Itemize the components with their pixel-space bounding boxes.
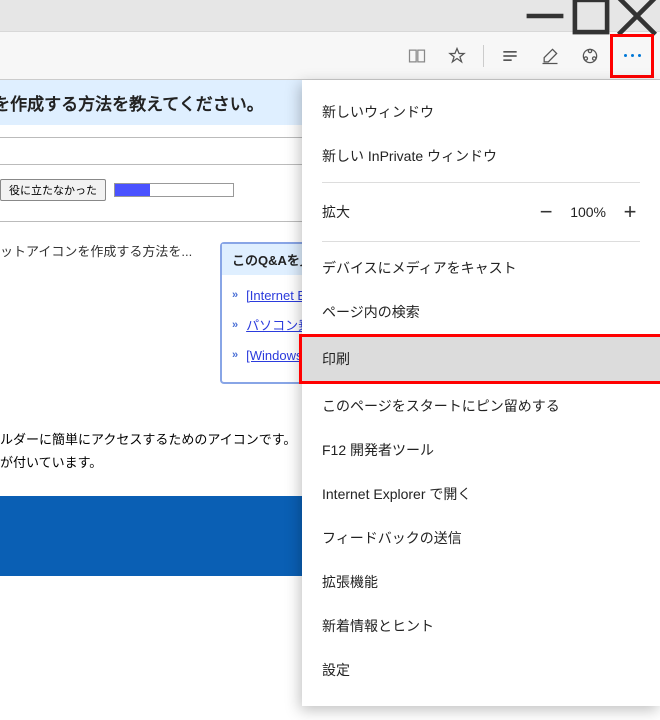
- more-menu-dropdown: 新しいウィンドウ 新しい InPrivate ウィンドウ 拡大 − 100% +…: [302, 80, 660, 706]
- share-icon[interactable]: [570, 36, 610, 76]
- menu-devtools[interactable]: F12 開発者ツール: [302, 428, 660, 472]
- reading-list-icon[interactable]: [397, 36, 437, 76]
- more-menu-button[interactable]: [610, 34, 654, 78]
- zoom-value: 100%: [570, 204, 606, 220]
- minimize-button[interactable]: [522, 0, 568, 32]
- chevron-right-icon: »: [232, 289, 238, 305]
- zoom-out-button[interactable]: −: [536, 199, 556, 225]
- menu-settings[interactable]: 設定: [302, 648, 660, 692]
- menu-extensions[interactable]: 拡張機能: [302, 560, 660, 604]
- menu-separator: [322, 241, 640, 242]
- window-titlebar: [0, 0, 660, 32]
- menu-separator: [322, 182, 640, 183]
- zoom-label: 拡大: [322, 202, 350, 222]
- menu-pin-to-start[interactable]: このページをスタートにピン留めする: [302, 384, 660, 428]
- feedback-progress: [114, 183, 234, 197]
- menu-print[interactable]: 印刷: [299, 334, 660, 384]
- toolbar-separator: [483, 45, 484, 67]
- menu-news[interactable]: 新着情報とヒント: [302, 604, 660, 648]
- menu-open-ie[interactable]: Internet Explorer で開く: [302, 472, 660, 516]
- zoom-in-button[interactable]: +: [620, 199, 640, 225]
- browser-toolbar: [0, 32, 660, 80]
- favorites-star-icon[interactable]: [437, 36, 477, 76]
- close-button[interactable]: [614, 0, 660, 32]
- hub-icon[interactable]: [490, 36, 530, 76]
- maximize-button[interactable]: [568, 0, 614, 32]
- menu-zoom: 拡大 − 100% +: [302, 187, 660, 237]
- chevron-right-icon: »: [232, 349, 238, 365]
- menu-cast[interactable]: デバイスにメディアをキャスト: [302, 246, 660, 290]
- chevron-right-icon: »: [232, 319, 238, 335]
- menu-new-inprivate[interactable]: 新しい InPrivate ウィンドウ: [302, 134, 660, 178]
- content-image-placeholder: [0, 496, 350, 576]
- menu-find[interactable]: ページ内の検索: [302, 290, 660, 334]
- menu-feedback[interactable]: フィードバックの送信: [302, 516, 660, 560]
- not-helpful-button[interactable]: 役に立たなかった: [0, 179, 106, 201]
- left-summary-text: ットアイコンを作成する方法を...: [0, 242, 200, 263]
- menu-new-window[interactable]: 新しいウィンドウ: [302, 90, 660, 134]
- web-note-icon[interactable]: [530, 36, 570, 76]
